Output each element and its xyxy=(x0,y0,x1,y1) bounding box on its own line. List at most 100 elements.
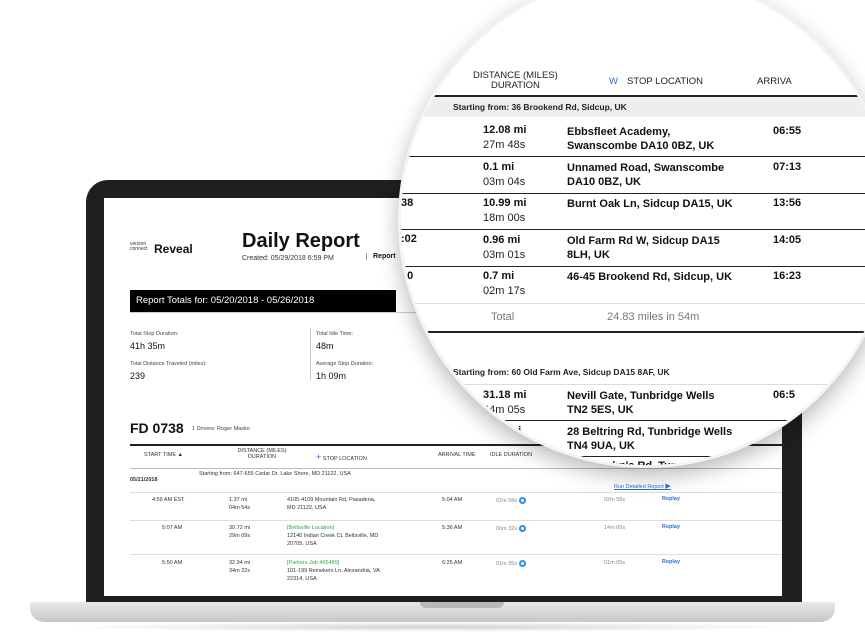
mag-location-line1: Nevill Gate, Tunbridge Wells xyxy=(567,390,715,402)
start-time: 5:50 AM xyxy=(162,560,183,566)
mag-duration: 03m 04s xyxy=(483,176,526,188)
location-line2: MD 21122, USA xyxy=(287,505,327,511)
laptop-notch xyxy=(420,602,504,608)
play-icon: ▶ xyxy=(665,483,671,490)
stop-duration: 01m 05s xyxy=(604,560,626,566)
column-header-idle-duration[interactable]: IDLE DURATION xyxy=(490,452,532,458)
vehicle-name: FD 0738 xyxy=(130,420,184,436)
divider xyxy=(401,420,865,421)
laptop-base xyxy=(30,602,835,622)
report-totals-bar: Report Totals for: 05/20/2018 - 05/26/20… xyxy=(130,290,396,312)
mag-distance: 12.08 mi xyxy=(483,124,527,136)
idle-duration-value: 01m 35s xyxy=(496,561,518,567)
mag-location: 46-45 Brookend Rd, Sidcup, UK xyxy=(567,270,732,284)
divider xyxy=(130,468,782,469)
mag-arrival-time: 16:23 xyxy=(773,270,802,282)
mag-location: Old Farm Rd W, Sidcup DA15 8LH, UK xyxy=(567,234,720,262)
divider xyxy=(130,492,782,493)
mag-distance: 0.96 mi xyxy=(483,234,521,246)
plus-icon: + xyxy=(316,452,322,462)
stat-value: 1h 09m xyxy=(316,371,347,381)
mag-header-distance: DISTANCE (MILES) DURATION xyxy=(473,71,558,91)
location-line1: 12140 Indian Creek Ct, Beltsville, MD xyxy=(287,533,379,539)
idle-duration: 01m 35s xyxy=(496,560,527,568)
mag-header-distance-line2: DURATION xyxy=(490,80,540,91)
divider xyxy=(401,156,865,157)
start-time: 4:59 AM EST xyxy=(152,497,185,503)
divider xyxy=(401,331,865,333)
idle-duration: 02m 58s xyxy=(496,497,527,505)
mag-cutoff-text: 20 xyxy=(401,270,414,282)
divider xyxy=(401,229,865,230)
mag-total-value: 24.83 miles in 54m xyxy=(607,311,700,323)
replay-link[interactable]: Replay xyxy=(662,559,680,565)
column-header-distance[interactable]: DISTANCE (MILES) DURATION xyxy=(222,448,302,460)
mag-header-stop-location: STOP LOCATION xyxy=(627,76,704,87)
distance: 32.94 mi xyxy=(229,560,251,566)
mag-distance: 31.18 mi xyxy=(483,389,527,401)
replay-link[interactable]: Replay xyxy=(662,524,680,530)
mag-distance: 0.1 mi xyxy=(483,161,515,173)
mag-distance: 10.99 mi xyxy=(483,197,527,209)
column-header-stop-location[interactable]: + STOP LOCATION xyxy=(316,452,367,462)
run-detailed-report-label: Run Detailed Report xyxy=(614,484,664,490)
starting-from: Starting from: 647-655 Cedar Dr. Lake Sh… xyxy=(199,471,351,477)
mag-cutoff-text: 38 xyxy=(401,197,414,209)
divider xyxy=(310,328,311,380)
stop-duration: 14m 00s xyxy=(604,525,626,531)
column-header-arrival-time[interactable]: ARRIVAL TIME xyxy=(438,452,476,458)
stat-label: Total Idle Time: xyxy=(316,331,353,337)
mag-location-line1: Unnamed Road, Swanscombe xyxy=(567,162,725,174)
mag-location: Unnamed Road, Swanscombe DA10 0BZ, UK xyxy=(567,161,724,189)
mag-duration: 02m 17s xyxy=(483,285,526,297)
distance: 30.72 mi xyxy=(229,525,251,531)
report-button[interactable]: Report xyxy=(366,253,396,260)
location-line1: 4105-4109 Mountain Rd, Pasadena, xyxy=(287,497,376,503)
divider xyxy=(130,520,782,521)
mag-location: Burnt Oak Ln, Sidcup DA15, UK xyxy=(567,197,733,211)
idle-duration-value: 00m 32s xyxy=(496,526,518,532)
mag-location-line2: TN2 5ES, UK xyxy=(567,404,634,416)
mag-duration: 03m 01s xyxy=(483,249,526,261)
mag-header-w: W xyxy=(609,76,618,87)
stat-label: Total Distance Traveled (miles): xyxy=(130,361,207,367)
mag-starting-from: Starting from: 60 Old Farm Ave, Sidcup D… xyxy=(401,361,865,383)
mag-arrival-time: 14:05 xyxy=(773,234,802,246)
arrival-time: 6:25 AM xyxy=(442,560,463,566)
stop-duration: 02m 58s xyxy=(604,497,626,503)
column-header-distance-line2: DURATION xyxy=(247,454,277,460)
mag-location-line2: 8LH, UK xyxy=(567,249,610,261)
replay-link[interactable]: Replay xyxy=(662,496,680,502)
table-date: 05/21/2018 xyxy=(130,477,158,483)
info-icon[interactable] xyxy=(519,497,527,505)
created-timestamp: Created: 05/29/2018 6:59 PM xyxy=(242,255,334,262)
location-line2: 20705, USA xyxy=(287,541,317,547)
stat-label: Total Stop Duration: xyxy=(130,331,179,337)
mag-location: 28 Beltring Rd, Tunbridge Wells TN4 9UA, … xyxy=(567,425,732,453)
mag-starting-from: Starting from: 36 Brookend Rd, Sidcup, U… xyxy=(401,97,865,117)
mag-location: Nevill Gate, Tunbridge Wells TN2 5ES, UK xyxy=(567,389,715,417)
mag-location-line1: 28 Beltring Rd, Tunbridge Wells xyxy=(567,426,733,438)
mag-distance: 04 mi xyxy=(493,425,522,437)
info-icon[interactable] xyxy=(519,560,527,568)
location-name[interactable]: [Beltsville Location] xyxy=(287,524,334,532)
brand-logo: Reveal xyxy=(154,242,193,256)
page-title: Daily Report xyxy=(242,230,360,252)
mag-arrival-time: 13:56 xyxy=(773,197,802,209)
divider xyxy=(401,193,865,194)
vehicle-drivers: 1 Drivers: Roger Masko xyxy=(192,426,250,432)
mag-cutoff-text: :02 xyxy=(401,233,417,245)
mag-header-arrival: ARRIVA xyxy=(757,76,792,87)
location-line1: 101-199 Reinekers Ln, Alexandria, VA xyxy=(287,568,380,574)
stat-value: 239 xyxy=(130,371,146,381)
info-icon[interactable] xyxy=(519,525,527,533)
mag-total-label: Total xyxy=(491,311,515,323)
column-header-start-time[interactable]: START TIME ▲ xyxy=(144,452,183,458)
run-detailed-report-link[interactable]: Run Detailed Report ▶ xyxy=(614,483,671,491)
idle-duration-value: 02m 58s xyxy=(496,498,518,504)
mag-distance: 0.7 mi xyxy=(483,270,515,282)
mag-location-line2: Swanscombe DA10 0BZ, UK xyxy=(567,140,715,152)
mag-duration: 44m 05s xyxy=(483,404,526,416)
mag-location-line1: Burnt Oak Ln, Sidcup DA15, UK xyxy=(567,198,733,210)
location-name[interactable]: [Parkers Job 465489] xyxy=(287,559,339,567)
